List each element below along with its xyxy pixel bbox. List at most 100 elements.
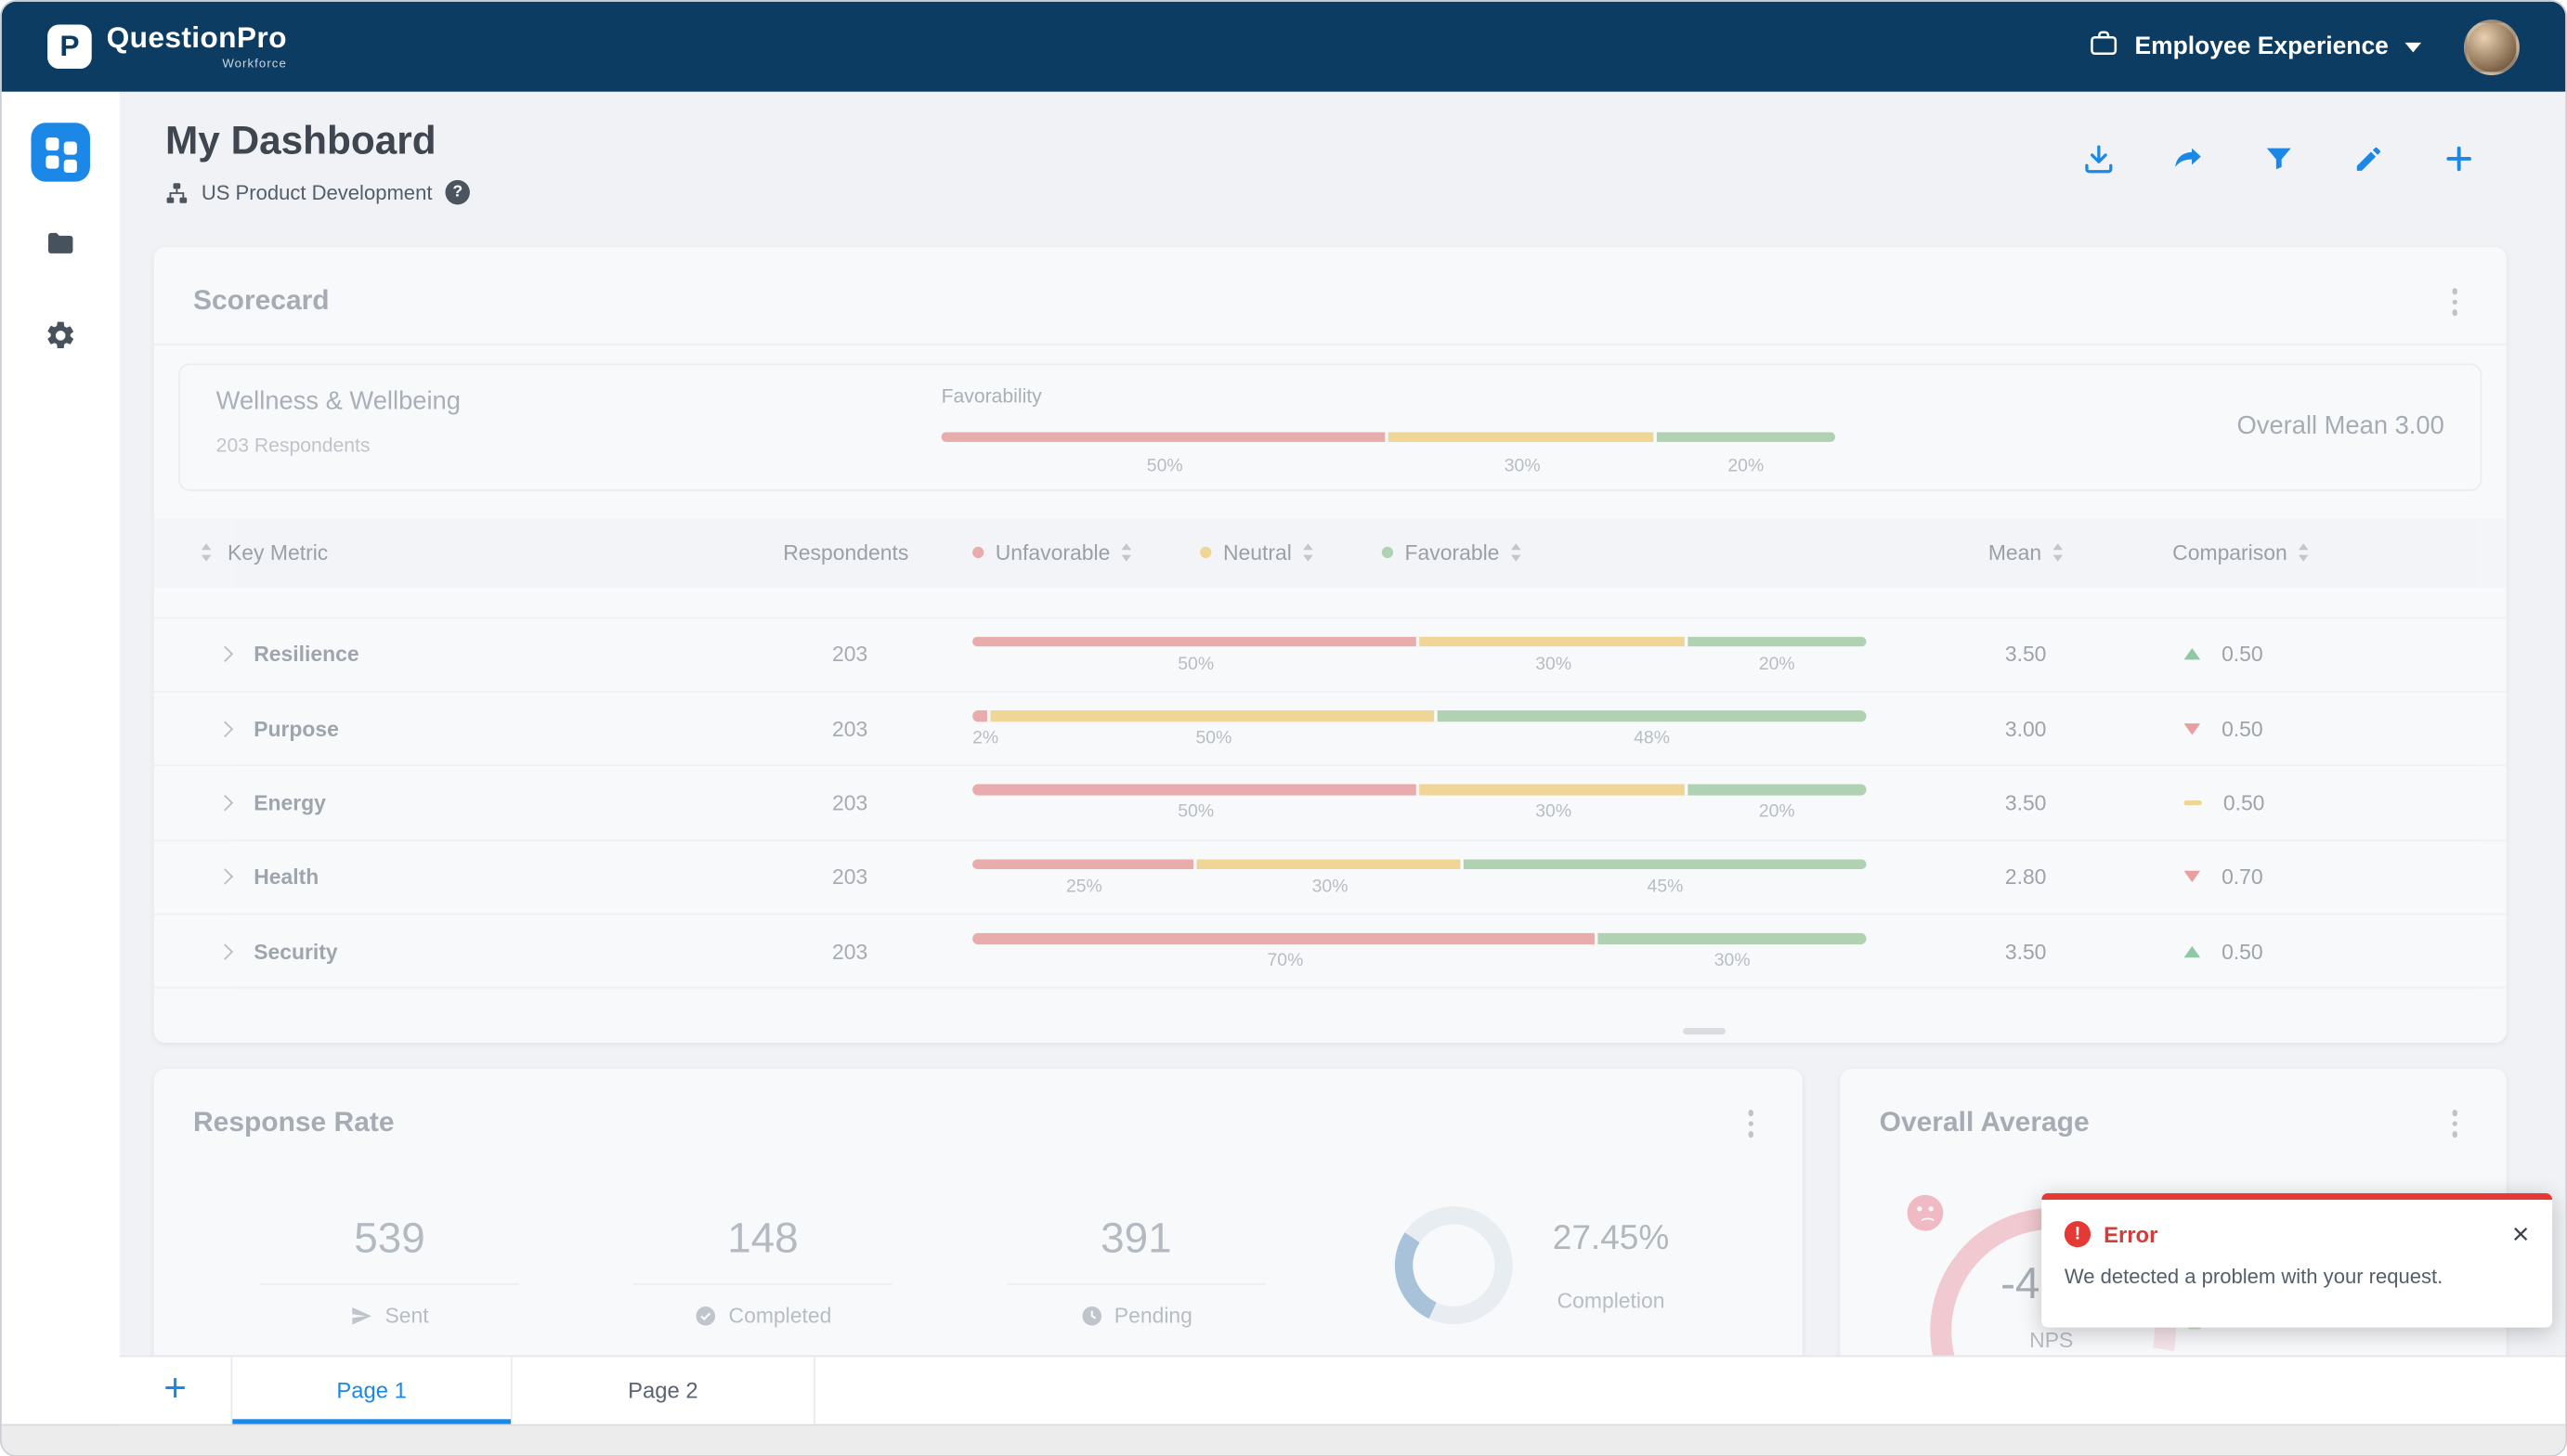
check-circle-icon	[695, 1304, 718, 1327]
horizontal-scrollbar[interactable]	[1683, 1028, 1726, 1034]
sort-icon[interactable]	[1122, 544, 1132, 562]
metric-respondents: 203	[832, 642, 914, 666]
workspace-selector[interactable]: Employee Experience	[2089, 28, 2421, 66]
metric-respondents: 203	[832, 939, 914, 963]
trend-icon	[2184, 945, 2201, 956]
distribution-bar: 2%50%48%	[972, 701, 1866, 757]
error-toast-title: Error	[2104, 1222, 2157, 1246]
sidebar-item-settings[interactable]	[31, 306, 89, 365]
scorecard-widget: Scorecard Wellness & Wellbeing 203 Respo…	[154, 247, 2507, 1043]
logo-icon: P	[47, 24, 92, 69]
trend-icon	[2184, 722, 2201, 734]
trend-icon	[2184, 871, 2201, 882]
response-rate-menu-icon[interactable]	[1738, 1105, 1763, 1142]
table-row[interactable]: Health 203 25%30%45% 2.80 0.70	[154, 840, 2507, 915]
sort-icon[interactable]	[1511, 544, 1521, 562]
column-mean[interactable]: Mean	[1988, 540, 2118, 565]
comparison-value: 0.50	[2222, 716, 2263, 740]
metric-name: Resilience	[254, 642, 358, 666]
metric-name: Energy	[254, 790, 326, 814]
favorable-dot-icon	[1382, 547, 1393, 558]
dashboard-main: My Dashboard US Product Development ?	[120, 92, 2566, 1355]
user-avatar[interactable]	[2464, 19, 2520, 74]
workspace-label: Employee Experience	[2135, 32, 2389, 60]
table-row[interactable]: Resilience 203 50%30%20% 3.50 0.50	[154, 618, 2507, 692]
sidebar-item-dashboards[interactable]	[31, 123, 89, 181]
distribution-bar: 50%30%20%	[972, 775, 1866, 831]
chevron-right-icon[interactable]	[217, 646, 233, 662]
table-row[interactable]: Energy 203 50%30%20% 3.50 0.50	[154, 766, 2507, 840]
chevron-right-icon[interactable]	[217, 943, 233, 959]
comparison-value: 0.70	[2222, 864, 2263, 889]
top-navbar: P QuestionPro Workforce Employee Experie…	[2, 2, 2565, 92]
overall-average-menu-icon[interactable]	[2442, 1105, 2467, 1142]
column-key-metric[interactable]: Key Metric	[228, 540, 328, 565]
dashboard-widgets: Scorecard Wellness & Wellbeing 203 Respo…	[120, 247, 2566, 1355]
distribution-bar: 70%30%	[972, 924, 1866, 980]
tab-page-1[interactable]: Page 1	[231, 1356, 513, 1423]
metric-mean: 3.50	[2005, 642, 2118, 666]
column-unfavorable[interactable]: Unfavorable	[972, 540, 1131, 565]
stat-completed: 148 Completed	[633, 1213, 893, 1327]
pages-tabbar: + Page 1 Page 2	[120, 1355, 2566, 1424]
edit-button[interactable]	[2351, 141, 2387, 177]
overall-average-title: Overall Average	[1880, 1107, 2090, 1139]
comparison-value: 0.50	[2223, 790, 2265, 814]
response-rate-title: Response Rate	[193, 1107, 395, 1139]
page-header: My Dashboard US Product Development ?	[165, 120, 470, 205]
metric-name: Security	[254, 939, 337, 963]
completion-stat: 27.45% Completion	[1496, 1219, 1726, 1312]
chevron-right-icon[interactable]	[217, 721, 233, 736]
send-icon	[350, 1304, 373, 1327]
completion-donut	[1395, 1206, 1513, 1324]
questionpro-logo[interactable]: P QuestionPro Workforce	[47, 23, 287, 71]
error-icon: !	[2065, 1221, 2091, 1247]
completion-value: 27.45%	[1496, 1219, 1726, 1258]
sent-count: 539	[260, 1213, 519, 1285]
chevron-right-icon[interactable]	[217, 869, 233, 885]
trend-icon	[2184, 800, 2202, 805]
add-widget-button[interactable]	[2441, 141, 2477, 177]
sort-icon[interactable]	[1303, 544, 1313, 562]
close-icon[interactable]: ×	[2512, 1219, 2530, 1249]
scorecard-menu-icon[interactable]	[2442, 283, 2467, 320]
trend-icon	[2184, 648, 2201, 659]
sort-icon[interactable]	[2299, 544, 2309, 562]
app-window: P QuestionPro Workforce Employee Experie…	[0, 0, 2567, 1456]
stat-pending: 391 Pending	[1007, 1213, 1266, 1327]
scorecard-table-header: Key Metric Respondents Unfavorable Neutr…	[154, 518, 2507, 587]
completed-label: Completed	[729, 1303, 832, 1327]
metric-mean: 2.80	[2005, 864, 2118, 889]
chevron-right-icon[interactable]	[217, 795, 233, 811]
scorecard-summary: Wellness & Wellbeing 203 Respondents Fav…	[178, 362, 2482, 489]
tab-page-2[interactable]: Page 2	[513, 1356, 815, 1423]
dashboard-actions	[2080, 141, 2477, 177]
table-row[interactable]: Security 203 70%30% 3.50 0.50	[154, 915, 2507, 989]
metric-respondents: 203	[832, 790, 914, 814]
hierarchy-icon	[165, 181, 189, 204]
clock-icon	[1080, 1304, 1103, 1327]
brand-subtitle: Workforce	[107, 56, 287, 71]
completion-label: Completion	[1496, 1288, 1726, 1312]
add-page-button[interactable]: +	[120, 1356, 231, 1423]
sort-icon[interactable]	[202, 544, 212, 562]
error-toast-message: We detected a problem with your request.	[2065, 1266, 2530, 1289]
metric-mean: 3.50	[2005, 939, 2118, 963]
column-neutral[interactable]: Neutral	[1200, 540, 1312, 565]
favorability-label: Favorability	[942, 384, 1835, 408]
dimension-respondents: 203 Respondents	[216, 433, 942, 456]
download-button[interactable]	[2080, 141, 2117, 177]
sort-icon[interactable]	[2053, 544, 2064, 562]
column-respondents[interactable]: Respondents	[783, 540, 913, 565]
sent-label: Sent	[384, 1303, 428, 1327]
column-comparison[interactable]: Comparison	[2118, 540, 2483, 565]
filter-button[interactable]	[2261, 141, 2297, 177]
column-favorable[interactable]: Favorable	[1382, 540, 1521, 565]
help-icon[interactable]: ?	[446, 180, 470, 204]
sidebar-item-folders[interactable]	[31, 214, 89, 273]
distribution-bar: 50%30%20%	[972, 627, 1866, 682]
table-row[interactable]: Purpose 203 2%50%48% 3.00 0.50	[154, 692, 2507, 766]
neutral-dot-icon	[1200, 547, 1211, 558]
pending-count: 391	[1007, 1213, 1266, 1285]
share-button[interactable]	[2170, 141, 2207, 177]
